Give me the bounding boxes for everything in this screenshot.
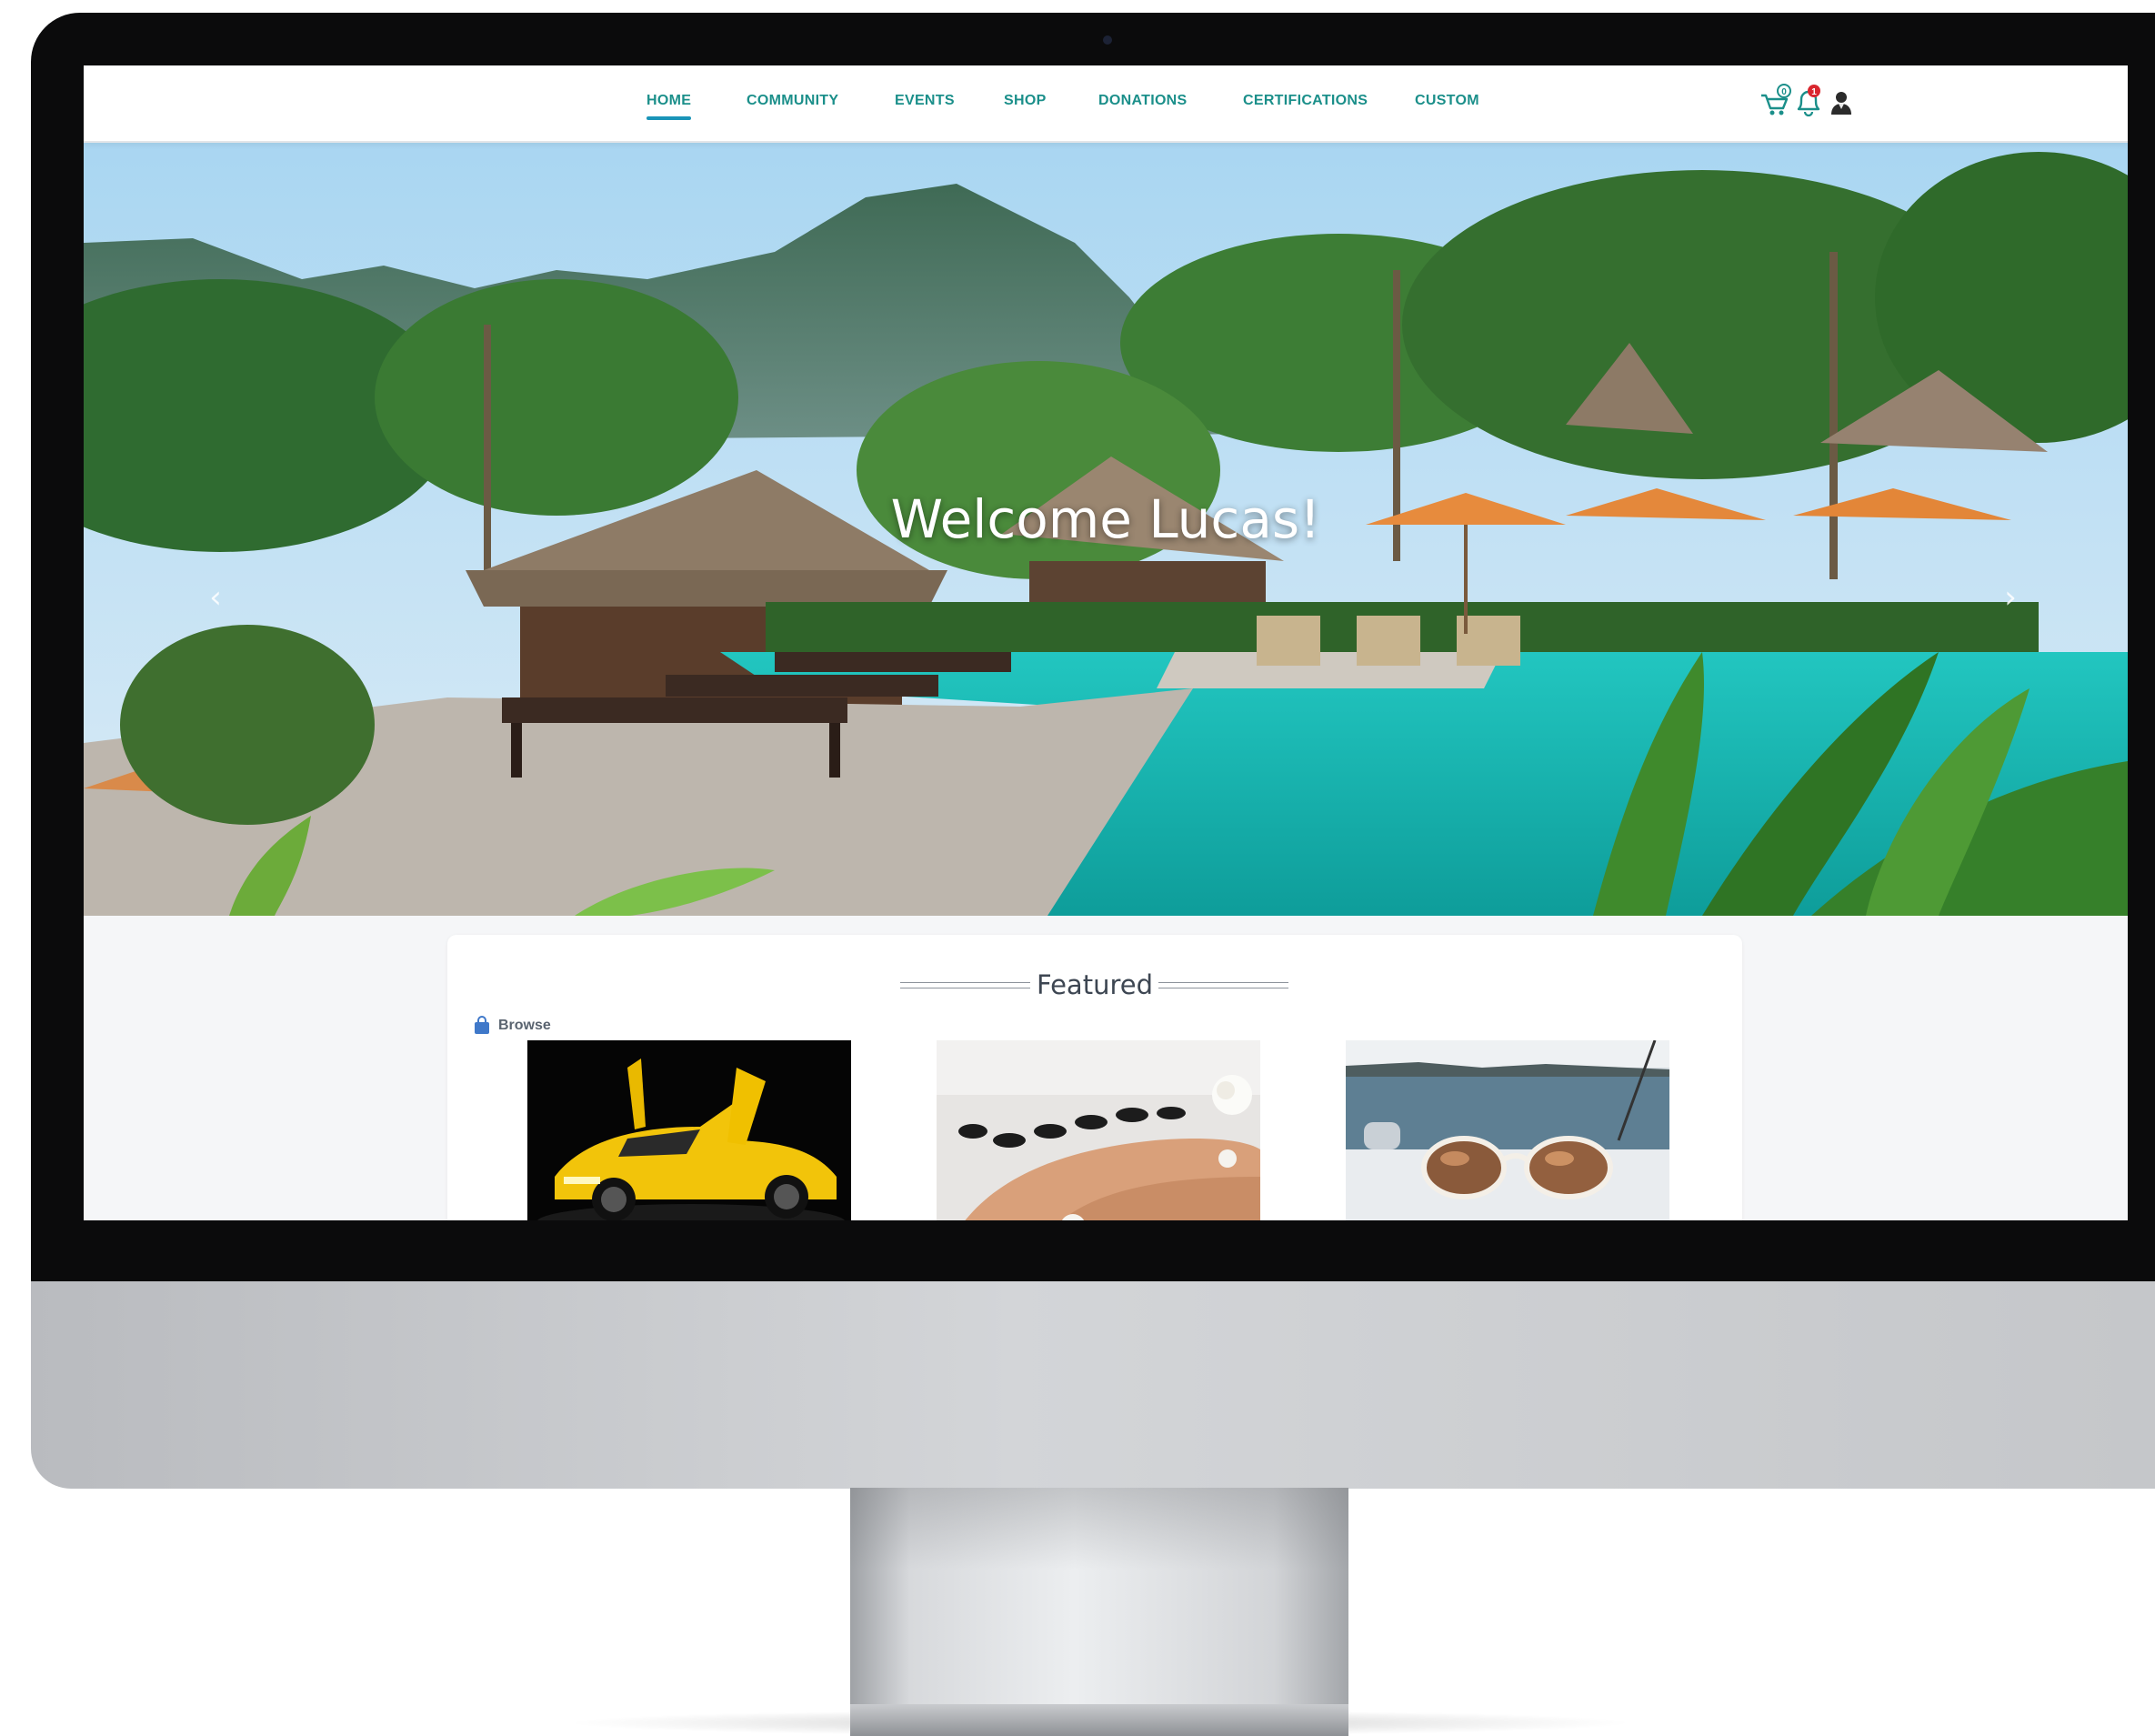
featured-title-row: Featured [447, 969, 1742, 1006]
nav-custom[interactable]: CUSTOM [1415, 93, 1479, 129]
hero-banner: ‹ › Welcome Lucas! [84, 143, 2128, 916]
user-avatar-icon[interactable] [1828, 84, 1859, 120]
browse-label: Browse [498, 1018, 551, 1033]
sunglasses-on-boat-image[interactable] [1346, 1040, 1669, 1220]
product-image [1346, 1040, 1669, 1220]
yellow-sports-car-image[interactable] [527, 1040, 851, 1220]
monitor-stand [850, 1488, 1348, 1704]
nav-donations[interactable]: DONATIONS [1098, 93, 1188, 129]
monitor-chin [31, 1270, 2155, 1489]
hero-welcome-title: Welcome Lucas! [890, 488, 1321, 550]
cart-badge-count: 0 [1781, 87, 1787, 97]
carousel-next-arrow[interactable]: › [1997, 579, 2024, 625]
featured-title: Featured [1037, 969, 1153, 1000]
top-navbar: HOME COMMUNITY EVENTS SHOP DONATIONS CER… [84, 65, 2128, 143]
monitor-stand-base [850, 1704, 1348, 1736]
black-bead-bracelet-image[interactable] [937, 1040, 1260, 1220]
featured-section: Featured Browse [447, 935, 1742, 1220]
nav-community[interactable]: COMMUNITY [747, 93, 838, 129]
carousel-prev-arrow[interactable]: ‹ [202, 579, 229, 625]
notification-badge-count: 1 [1811, 87, 1817, 97]
nav-shop[interactable]: SHOP [1004, 93, 1047, 129]
nav-certifications[interactable]: CERTIFICATIONS [1243, 93, 1368, 129]
cart-icon[interactable]: 0 [1759, 84, 1791, 120]
website-screen: HOME COMMUNITY EVENTS SHOP DONATIONS CER… [84, 65, 2128, 1220]
nav-events[interactable]: EVENTS [895, 93, 955, 129]
nav-home[interactable]: HOME [646, 93, 692, 129]
product-image [527, 1040, 851, 1220]
shopping-bag-icon [475, 1016, 489, 1034]
bell-icon[interactable]: 1 [1793, 84, 1824, 120]
title-divider-right [1158, 982, 1288, 988]
product-image [937, 1040, 1260, 1220]
camera-icon [1103, 35, 1112, 45]
